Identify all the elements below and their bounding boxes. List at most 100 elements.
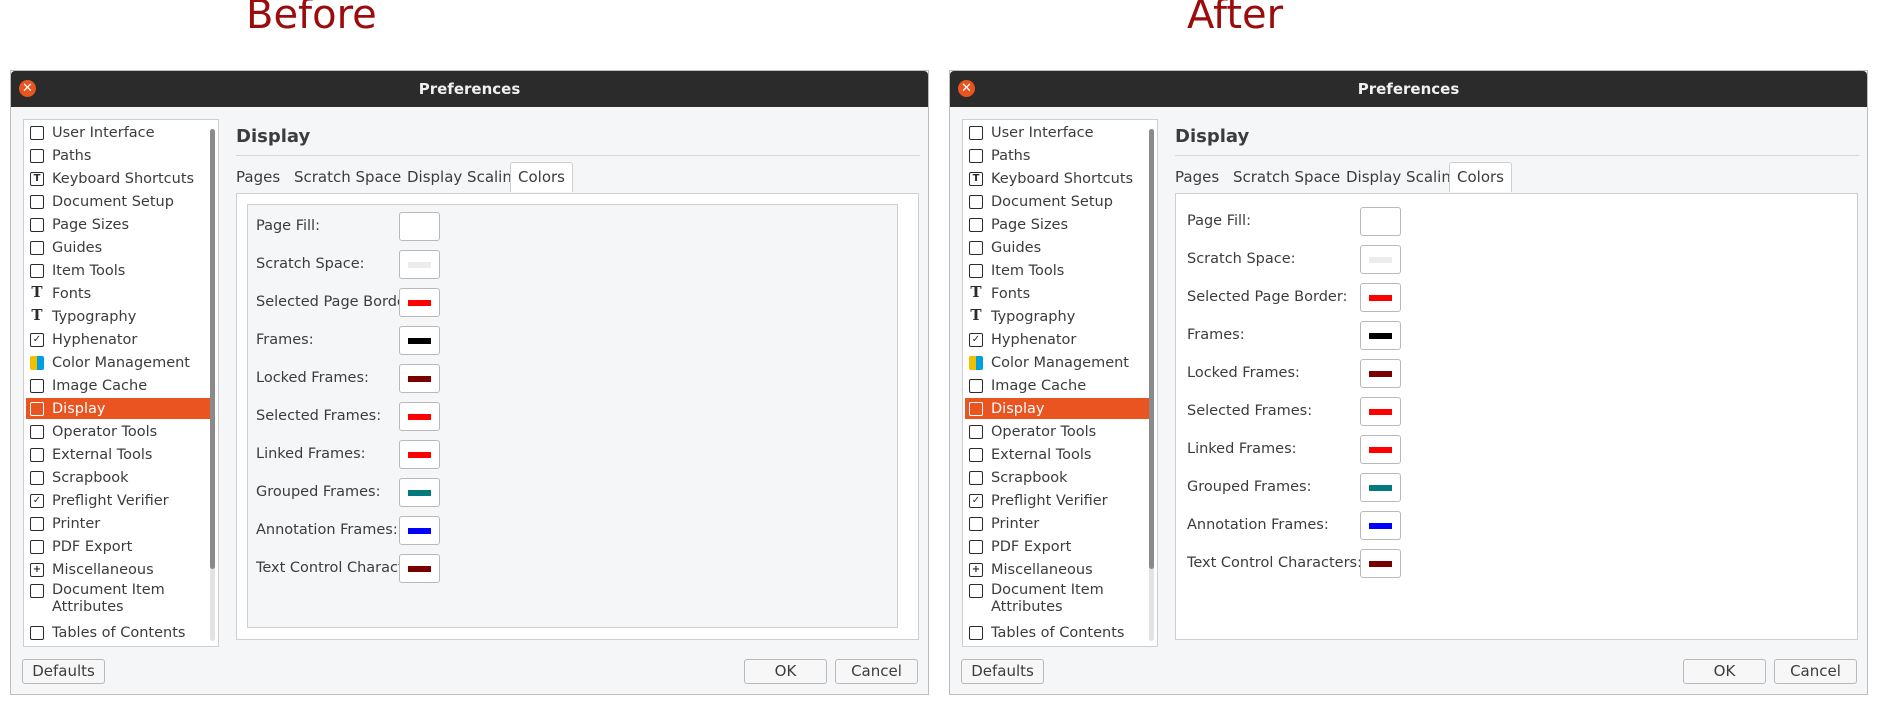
tab-display-scaling[interactable]: Display Scaling — [407, 162, 521, 192]
sidebar-item-label: Keyboard Shortcuts — [52, 170, 195, 187]
color-swatch-button[interactable] — [1360, 359, 1401, 388]
scrollbar-thumb[interactable] — [1149, 129, 1154, 569]
color-swatch-button[interactable] — [399, 516, 440, 545]
sidebar-item-item-tools[interactable]: Item Tools — [965, 260, 1149, 281]
sidebar-item-hyphenator[interactable]: ✓ Hyphenator — [26, 329, 210, 350]
sidebar-item-image-cache[interactable]: Image Cache — [965, 375, 1149, 396]
sidebar-item-tables-of-contents[interactable]: Tables of Contents — [26, 622, 210, 643]
sidebar: User Interface Paths T Keyboard Shortcuts Do… — [962, 119, 1158, 647]
sidebar-scrollbar[interactable] — [1149, 129, 1154, 641]
sidebar-item-page-sizes[interactable]: Page Sizes — [26, 214, 210, 235]
sidebar-item-guides[interactable]: Guides — [965, 237, 1149, 258]
color-swatch-button[interactable] — [1360, 511, 1401, 540]
sidebar-item-external-tools[interactable]: External Tools — [26, 444, 210, 465]
window-title: Preferences — [418, 80, 521, 98]
monitor-icon — [969, 401, 983, 416]
defaults-button[interactable]: Defaults — [22, 659, 105, 684]
color-swatch-button[interactable] — [399, 402, 440, 431]
color-swatch-button[interactable] — [1360, 397, 1401, 426]
sidebar-item-paths[interactable]: Paths — [965, 145, 1149, 166]
typography-icon: T — [970, 305, 982, 324]
sidebar-item-operator-tools[interactable]: Operator Tools — [26, 421, 210, 442]
tab-scratch-space[interactable]: Scratch Space — [294, 162, 401, 192]
cancel-button[interactable]: Cancel — [835, 659, 918, 684]
sidebar-item-document-setup[interactable]: Document Setup — [26, 191, 210, 212]
sidebar-item-guides[interactable]: Guides — [26, 237, 210, 258]
color-swatch-button[interactable] — [1360, 435, 1401, 464]
color-swatch-button[interactable] — [399, 440, 440, 469]
tab-display-scaling[interactable]: Display Scaling — [1346, 162, 1460, 192]
tab-pages[interactable]: Pages — [236, 162, 280, 192]
sidebar-scrollbar[interactable] — [210, 129, 215, 641]
sidebar-item-user-interface[interactable]: User Interface — [965, 122, 1149, 143]
sidebar-item-printer[interactable]: Printer — [26, 513, 210, 534]
sidebar-item-label: User Interface — [52, 124, 155, 141]
sidebar-item-label: Item Tools — [52, 262, 126, 279]
color-swatch-button[interactable] — [399, 478, 440, 507]
color-label-frames: Frames: — [1187, 327, 1245, 343]
guides-icon — [969, 240, 983, 255]
sidebar-item-page-sizes[interactable]: Page Sizes — [965, 214, 1149, 235]
sidebar-item-typography[interactable]: T Typography — [965, 306, 1149, 327]
color-label-selected-page-border: Selected Page Border: — [256, 294, 417, 310]
tab-colors[interactable]: Colors — [1449, 162, 1512, 192]
sidebar-item-display[interactable]: Display — [26, 398, 210, 419]
sidebar-item-label: Printer — [991, 515, 1040, 532]
sidebar-item-typography[interactable]: T Typography — [26, 306, 210, 327]
sidebar-item-preflight-verifier[interactable]: ✓ Preflight Verifier — [26, 490, 210, 511]
sidebar-item-color-management[interactable]: Color Management — [965, 352, 1149, 373]
sidebar-item-fonts[interactable]: T Fonts — [965, 283, 1149, 304]
color-swatch-button[interactable] — [1360, 473, 1401, 502]
sidebar-item-keyboard-shortcuts[interactable]: T Keyboard Shortcuts — [26, 168, 210, 189]
color-swatch-button[interactable] — [1360, 283, 1401, 312]
sidebar-item-user-interface[interactable]: User Interface — [26, 122, 210, 143]
color-swatch-button[interactable] — [399, 288, 440, 317]
sidebar-item-display[interactable]: Display — [965, 398, 1149, 419]
sidebar-item-pdf-export[interactable]: PDF Export — [965, 536, 1149, 557]
sidebar-item-label: Guides — [52, 239, 103, 256]
sidebar-item-hyphenator[interactable]: ✓ Hyphenator — [965, 329, 1149, 350]
color-swatch-button[interactable] — [399, 250, 440, 279]
sidebar-item-item-tools[interactable]: Item Tools — [26, 260, 210, 281]
color-swatch-button[interactable] — [1360, 207, 1401, 236]
sidebar-item-operator-tools[interactable]: Operator Tools — [965, 421, 1149, 442]
cancel-button[interactable]: Cancel — [1774, 659, 1857, 684]
color-swatch-button[interactable] — [399, 554, 440, 583]
sidebar-item-scrapbook[interactable]: Scrapbook — [965, 467, 1149, 488]
sidebar-item-image-cache[interactable]: Image Cache — [26, 375, 210, 396]
sidebar-item-preflight-verifier[interactable]: ✓ Preflight Verifier — [965, 490, 1149, 511]
ok-button[interactable]: OK — [1683, 659, 1766, 684]
sidebar-item-scrapbook[interactable]: Scrapbook — [26, 467, 210, 488]
color-swatch-button[interactable] — [1360, 245, 1401, 274]
scrollbar-thumb[interactable] — [210, 129, 215, 569]
sidebar-item-document-item-attributes[interactable]: Document Item Attributes — [965, 582, 1149, 618]
tab-pages[interactable]: Pages — [1175, 162, 1219, 192]
color-label-linked-frames: Linked Frames: — [1187, 441, 1297, 457]
color-swatch-button[interactable] — [1360, 321, 1401, 350]
color-label-grouped-frames: Grouped Frames: — [256, 484, 381, 500]
sidebar-item-paths[interactable]: Paths — [26, 145, 210, 166]
sidebar-item-external-tools[interactable]: External Tools — [965, 444, 1149, 465]
tab-colors[interactable]: Colors — [510, 162, 573, 192]
color-swatch-button[interactable] — [399, 326, 440, 355]
color-swatch-button[interactable] — [1360, 549, 1401, 578]
sidebar-item-label: Guides — [991, 239, 1042, 256]
sidebar-item-document-item-attributes[interactable]: Document Item Attributes — [26, 582, 210, 618]
sidebar-item-keyboard-shortcuts[interactable]: T Keyboard Shortcuts — [965, 168, 1149, 189]
color-swatch-button[interactable] — [399, 364, 440, 393]
color-swatch-button[interactable] — [399, 212, 440, 241]
sidebar-item-pdf-export[interactable]: PDF Export — [26, 536, 210, 557]
wrench-icon — [30, 263, 44, 278]
tab-scratch-space[interactable]: Scratch Space — [1233, 162, 1340, 192]
title-bar: ✕ Preferences — [11, 71, 928, 107]
sidebar-item-label: Tables of Contents — [991, 624, 1125, 641]
sidebar-item-miscellaneous[interactable]: + Miscellaneous — [965, 559, 1149, 580]
sidebar-item-color-management[interactable]: Color Management — [26, 352, 210, 373]
sidebar-item-miscellaneous[interactable]: + Miscellaneous — [26, 559, 210, 580]
sidebar-item-fonts[interactable]: T Fonts — [26, 283, 210, 304]
sidebar-item-tables-of-contents[interactable]: Tables of Contents — [965, 622, 1149, 643]
sidebar-item-printer[interactable]: Printer — [965, 513, 1149, 534]
defaults-button[interactable]: Defaults — [961, 659, 1044, 684]
sidebar-item-document-setup[interactable]: Document Setup — [965, 191, 1149, 212]
ok-button[interactable]: OK — [744, 659, 827, 684]
